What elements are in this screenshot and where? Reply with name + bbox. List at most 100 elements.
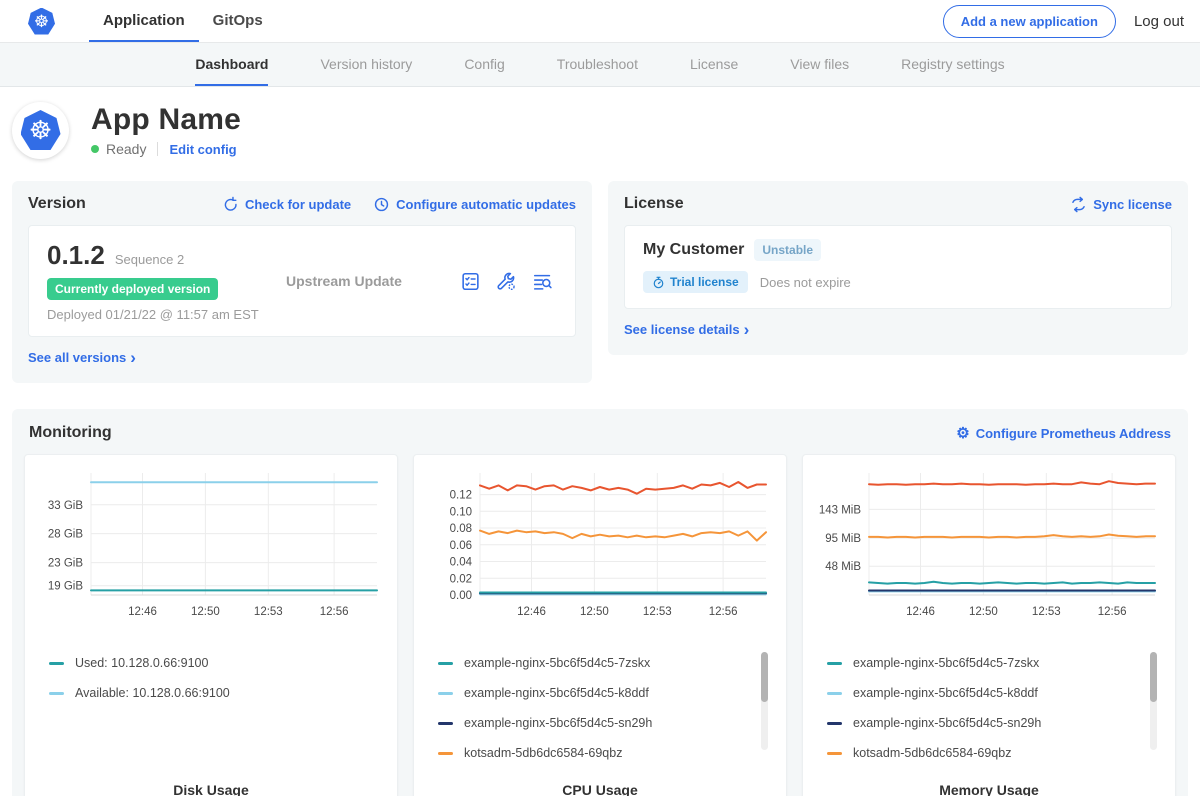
legend-label: example-nginx-5bc6f5d4c5-7zskx (464, 656, 650, 670)
legend-scrollbar-thumb[interactable] (761, 652, 768, 702)
svg-text:0.00: 0.00 (450, 590, 472, 602)
legend-item[interactable]: kotsadm-5db6dc6584-69qbz (827, 746, 1167, 760)
top-nav-tabs: Application GitOps (89, 0, 277, 42)
svg-text:143 MiB: 143 MiB (819, 504, 862, 516)
tab-config[interactable]: Config (464, 43, 504, 86)
tab-troubleshoot[interactable]: Troubleshoot (557, 43, 638, 86)
legend-item[interactable]: example-nginx-5bc6f5d4c5-sn29h (827, 716, 1167, 730)
svg-text:12:53: 12:53 (643, 606, 672, 618)
see-all-versions-link[interactable]: See all versions › (28, 350, 136, 365)
monitoring-title: Monitoring (29, 424, 112, 442)
svg-text:0.06: 0.06 (450, 540, 472, 552)
legend-dash-icon (827, 752, 842, 755)
legend-item[interactable]: example-nginx-5bc6f5d4c5-7zskx (827, 656, 1167, 670)
svg-text:95 MiB: 95 MiB (825, 533, 861, 545)
svg-text:12:46: 12:46 (517, 606, 546, 618)
legend-scrollbar[interactable] (1150, 652, 1157, 750)
configure-automatic-updates-button[interactable]: Configure automatic updates (373, 196, 576, 213)
cpu-usage-plot: 0.000.020.040.060.080.100.1212:4612:5012… (426, 467, 774, 632)
tab-gitops[interactable]: GitOps (199, 0, 277, 42)
svg-text:0.10: 0.10 (450, 506, 472, 518)
status-dot-icon (91, 145, 99, 153)
gear-icon: ⚙ (956, 426, 969, 441)
tab-version-history[interactable]: Version history (320, 43, 412, 86)
memory-usage-plot: 48 MiB95 MiB143 MiB12:4612:5012:5312:56 (815, 467, 1163, 632)
current-version-card: 0.1.2 Sequence 2 Currently deployed vers… (28, 225, 576, 337)
legend-dash-icon (827, 692, 842, 695)
legend-label: kotsadm-5db6dc6584-69qbz (464, 746, 622, 760)
tab-view-files[interactable]: View files (790, 43, 849, 86)
legend-label: example-nginx-5bc6f5d4c5-sn29h (464, 716, 652, 730)
svg-text:23 GiB: 23 GiB (48, 558, 83, 570)
sync-license-button[interactable]: Sync license (1070, 196, 1172, 213)
status-text: Ready (106, 141, 146, 157)
legend-scrollbar-thumb[interactable] (1150, 652, 1157, 702)
version-panel: Version Check for update Configure autom… (12, 181, 592, 383)
svg-text:33 GiB: 33 GiB (48, 500, 83, 512)
legend-item[interactable]: Available: 10.128.0.66:9100 (49, 686, 389, 700)
check-for-update-button[interactable]: Check for update (222, 196, 351, 213)
svg-text:0.08: 0.08 (450, 523, 472, 535)
version-number: 0.1.2 (47, 240, 105, 271)
disk-usage-chart-card: 19 GiB23 GiB28 GiB33 GiB12:4612:5012:531… (24, 454, 398, 796)
legend-label: example-nginx-5bc6f5d4c5-sn29h (853, 716, 1041, 730)
svg-text:12:50: 12:50 (969, 606, 998, 618)
chart-title: Memory Usage (811, 782, 1167, 796)
edit-config-link[interactable]: Edit config (169, 142, 236, 157)
refresh-icon (222, 196, 239, 213)
add-application-button[interactable]: Add a new application (943, 5, 1116, 38)
legend-dash-icon (438, 692, 453, 695)
svg-text:12:50: 12:50 (580, 606, 609, 618)
schedule-icon (373, 196, 390, 213)
customer-name: My Customer (643, 241, 744, 259)
configure-prometheus-button[interactable]: ⚙ Configure Prometheus Address (956, 426, 1171, 441)
legend-item[interactable]: example-nginx-5bc6f5d4c5-k8ddf (438, 686, 778, 700)
version-source: Upstream Update (272, 273, 460, 289)
release-notes-icon[interactable] (460, 271, 481, 292)
deployed-badge: Currently deployed version (47, 278, 218, 300)
deploy-logs-icon[interactable] (532, 271, 553, 292)
divider (157, 142, 158, 156)
chevron-right-icon: › (744, 325, 750, 335)
tab-dashboard[interactable]: Dashboard (195, 43, 268, 86)
version-panel-title: Version (28, 195, 86, 213)
tab-registry-settings[interactable]: Registry settings (901, 43, 1004, 86)
license-card: My Customer Unstable Trial license Does … (624, 225, 1172, 309)
legend-item[interactable]: example-nginx-5bc6f5d4c5-sn29h (438, 716, 778, 730)
legend-label: kotsadm-5db6dc6584-69qbz (853, 746, 1011, 760)
license-panel: License Sync license My Customer Unstabl… (608, 181, 1188, 355)
cpu-usage-legend: example-nginx-5bc6f5d4c5-7zskx example-ng… (438, 656, 778, 776)
monitoring-panel: Monitoring ⚙ Configure Prometheus Addres… (12, 409, 1188, 796)
legend-scrollbar[interactable] (761, 652, 768, 750)
svg-text:28 GiB: 28 GiB (48, 529, 83, 541)
legend-dash-icon (49, 692, 64, 695)
trial-license-badge: Trial license (643, 271, 748, 293)
legend-item[interactable]: example-nginx-5bc6f5d4c5-7zskx (438, 656, 778, 670)
disk-usage-legend: Used: 10.128.0.66:9100 Available: 10.128.… (49, 656, 389, 776)
logout-link[interactable]: Log out (1134, 13, 1184, 30)
legend-item[interactable]: Used: 10.128.0.66:9100 (49, 656, 389, 670)
tab-license[interactable]: License (690, 43, 738, 86)
sync-icon (1070, 196, 1087, 213)
legend-item[interactable]: kotsadm-5db6dc6584-69qbz (438, 746, 778, 760)
legend-dash-icon (438, 752, 453, 755)
license-panel-title: License (624, 195, 684, 213)
svg-text:12:56: 12:56 (320, 606, 349, 618)
config-wrench-icon[interactable] (496, 271, 517, 292)
legend-label: example-nginx-5bc6f5d4c5-7zskx (853, 656, 1039, 670)
legend-dash-icon (827, 722, 842, 725)
svg-text:0.04: 0.04 (450, 557, 473, 569)
tab-application[interactable]: Application (89, 0, 199, 42)
legend-dash-icon (827, 662, 842, 665)
legend-item[interactable]: example-nginx-5bc6f5d4c5-k8ddf (827, 686, 1167, 700)
svg-text:12:50: 12:50 (191, 606, 220, 618)
see-license-details-link[interactable]: See license details › (624, 322, 749, 337)
app-logo: ☸ (12, 102, 69, 159)
legend-dash-icon (438, 722, 453, 725)
app-header: ☸ App Name Ready Edit config (0, 87, 1200, 173)
license-expiry: Does not expire (760, 275, 851, 290)
memory-usage-legend: example-nginx-5bc6f5d4c5-7zskx example-ng… (827, 656, 1167, 776)
svg-text:12:56: 12:56 (1098, 606, 1127, 618)
chart-title: Disk Usage (33, 782, 389, 796)
svg-text:19 GiB: 19 GiB (48, 581, 83, 593)
